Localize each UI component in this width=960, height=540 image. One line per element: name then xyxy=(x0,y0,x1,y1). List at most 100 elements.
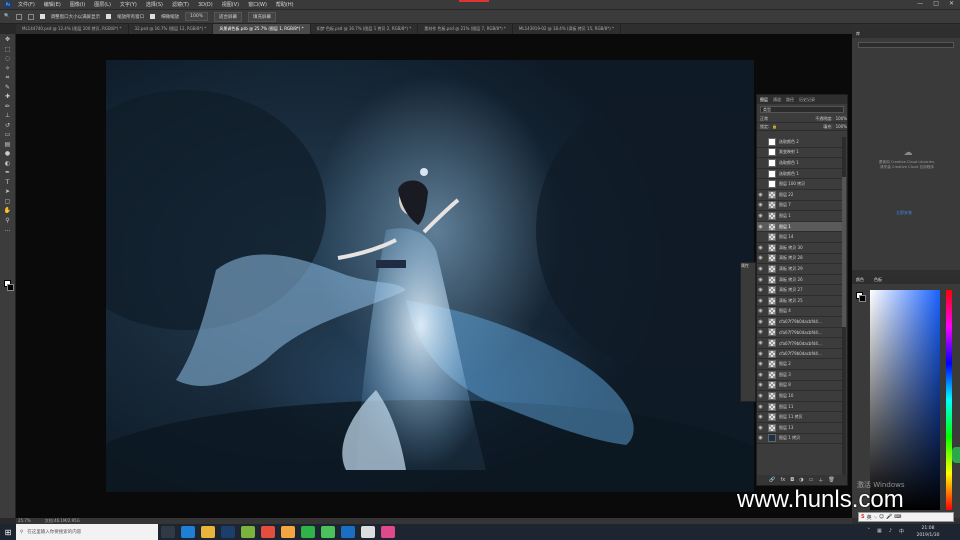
layer-row[interactable]: ◉ 图层 11 拷贝 xyxy=(757,412,843,424)
sogou-icon[interactable]: S xyxy=(861,514,865,520)
properties-dock[interactable]: 属性 xyxy=(740,262,756,402)
layer-row[interactable]: ◉ cfa07f79b0dacbfd4... xyxy=(757,349,843,360)
visibility-eye-icon[interactable]: ◉ xyxy=(757,213,764,219)
clone-stamp-tool-icon[interactable]: ⊥ xyxy=(3,112,13,119)
layer-row[interactable]: ◉ cfa07f79b0dacbfd4... xyxy=(757,317,843,328)
visibility-eye-icon[interactable]: ◉ xyxy=(757,435,764,441)
visibility-eye-icon[interactable]: ◉ xyxy=(757,393,764,399)
pen-tool-icon[interactable]: ✒ xyxy=(3,169,13,176)
fill-input[interactable]: 100% xyxy=(836,124,847,129)
background-color-swatch[interactable] xyxy=(7,284,14,291)
visibility-eye-icon[interactable]: ◉ xyxy=(757,298,764,304)
fit-screen-button[interactable]: 适合屏幕 xyxy=(213,11,242,22)
visibility-eye-icon[interactable]: ◉ xyxy=(757,351,764,357)
menu-view[interactable]: 视图(V) xyxy=(222,1,239,8)
app-red-icon[interactable] xyxy=(261,526,275,538)
link-icon[interactable]: 🔗 xyxy=(769,477,775,483)
app-orange-icon[interactable] xyxy=(281,526,295,538)
visibility-eye-icon[interactable]: ◉ xyxy=(757,340,764,346)
layer-row[interactable]: ◉ 图层 1 xyxy=(757,211,843,222)
layer-row[interactable]: ◉ 图层 10 xyxy=(757,391,843,402)
layer-filter-select[interactable]: 类型 xyxy=(760,106,844,113)
layer-row[interactable]: 选取颜色 1 xyxy=(757,158,843,169)
doc-tab[interactable]: 32.psd @ 16.7% (图层 12, RGB/8*) * xyxy=(129,24,214,34)
app-green-icon[interactable] xyxy=(241,526,255,538)
ime-keyboard-icon[interactable]: ⌨ xyxy=(894,514,901,520)
layer-row[interactable]: ◉ cfa07f79b0dacbfd4... xyxy=(757,338,843,349)
minimize-button[interactable]: — xyxy=(917,0,923,7)
panel-background-swatch[interactable] xyxy=(859,295,866,302)
layers-scroll-thumb[interactable] xyxy=(842,177,846,327)
layer-row[interactable]: ◉ 图层 1 xyxy=(757,221,843,233)
visibility-eye-icon[interactable]: ◉ xyxy=(757,224,764,230)
tab-swatches[interactable]: 色板 xyxy=(874,277,882,283)
ime-emoji-icon[interactable]: ☺ xyxy=(879,514,884,520)
menu-edit[interactable]: 编辑(E) xyxy=(44,1,61,8)
visibility-eye-icon[interactable]: ◉ xyxy=(757,361,764,367)
layer-row[interactable]: ◉ 图层 1 拷贝 xyxy=(757,434,843,445)
windows-start-icon[interactable]: ⊞ xyxy=(0,524,16,540)
healing-brush-tool-icon[interactable]: ✚ xyxy=(3,93,13,100)
layer-row[interactable]: ◉ 图层 8 xyxy=(757,381,843,392)
scrubby-checkbox[interactable] xyxy=(150,14,156,19)
menu-help[interactable]: 帮助(H) xyxy=(276,1,294,8)
eyedropper-tool-icon[interactable]: ✎ xyxy=(3,84,13,91)
menu-window[interactable]: 窗口(W) xyxy=(248,1,267,8)
resize-windows-checkbox[interactable] xyxy=(39,14,45,19)
layer-row[interactable]: 渐变映射 1 xyxy=(757,148,843,159)
layers-scrollbar[interactable] xyxy=(842,137,846,475)
doc-tab[interactable]: 如梦 色板.psd @ 16.7% (图层 1 拷贝 2, RGB/8*) * xyxy=(311,24,419,34)
fill-screen-button[interactable]: 填充屏幕 xyxy=(247,11,276,22)
visibility-eye-icon[interactable]: ◉ xyxy=(757,192,764,198)
layer-row[interactable]: ◉ 滴板 拷贝 26 xyxy=(757,275,843,286)
ime-mode-label[interactable]: 英 xyxy=(867,514,872,521)
zoom-in-icon[interactable] xyxy=(15,13,22,20)
visibility-eye-icon[interactable]: ◉ xyxy=(757,245,764,251)
volume-icon[interactable]: ♪ xyxy=(889,528,892,535)
opacity-input[interactable]: 100% xyxy=(836,116,847,121)
more-tools-icon[interactable]: … xyxy=(3,226,13,233)
libraries-tab[interactable]: 库 xyxy=(852,30,960,38)
visibility-eye-icon[interactable]: ◉ xyxy=(757,404,764,410)
adjustment-icon[interactable]: ◑ xyxy=(799,477,803,483)
brush-tool-icon[interactable]: ✏ xyxy=(3,103,13,110)
photoshop-taskbar-icon[interactable] xyxy=(221,526,235,538)
zoom-100-button[interactable]: 100% xyxy=(185,12,208,21)
menu-select[interactable]: 选择(S) xyxy=(146,1,163,8)
hand-tool-icon[interactable]: ✋ xyxy=(3,207,13,214)
menu-file[interactable]: 文件(F) xyxy=(18,1,35,8)
trash-icon[interactable]: 🗑 xyxy=(828,477,834,483)
zoom-tool-icon[interactable]: ⚲ xyxy=(3,217,13,224)
taskbar-clock[interactable]: 21:08 2019/1/30 xyxy=(908,524,948,540)
zoom-out-icon[interactable] xyxy=(27,13,34,20)
visibility-eye-icon[interactable]: ◉ xyxy=(757,255,764,261)
tab-layers[interactable]: 图层 xyxy=(760,97,768,102)
zoom-all-checkbox[interactable] xyxy=(106,14,112,19)
app-white-icon[interactable] xyxy=(361,526,375,538)
layer-row[interactable]: 图层 100 拷贝 xyxy=(757,179,843,190)
layer-row[interactable]: ◉ 图层 22 xyxy=(757,190,843,201)
menu-filter[interactable]: 滤镜(T) xyxy=(172,1,189,8)
layer-row[interactable]: ◉ 图层 11 xyxy=(757,402,843,413)
mask-icon[interactable]: ◘ xyxy=(790,477,794,483)
blend-mode-select[interactable]: 正常 xyxy=(760,116,768,122)
dodge-tool-icon[interactable]: ◐ xyxy=(3,160,13,167)
ime-punct-icon[interactable]: ·, xyxy=(874,514,877,520)
magic-wand-tool-icon[interactable]: ✧ xyxy=(3,65,13,72)
file-explorer-icon[interactable] xyxy=(201,526,215,538)
app-blue-icon[interactable] xyxy=(341,526,355,538)
visibility-eye-icon[interactable]: ◉ xyxy=(757,308,764,314)
visibility-eye-icon[interactable]: ◉ xyxy=(757,372,764,378)
visibility-eye-icon[interactable]: ◉ xyxy=(757,202,764,208)
tab-channels[interactable]: 通道 xyxy=(773,97,781,102)
layer-row[interactable]: ◉ 图层 2 xyxy=(757,359,843,371)
document-photo[interactable] xyxy=(106,60,754,492)
move-tool-icon[interactable]: ✥ xyxy=(3,36,13,43)
ime-toolbar[interactable]: S 英 ·, ☺ 🎤 ⌨ xyxy=(858,512,954,522)
app-wechat-icon[interactable] xyxy=(321,526,335,538)
lasso-tool-icon[interactable]: ◌ xyxy=(3,55,13,62)
layer-row[interactable]: ◉ 滴板 拷贝 28 xyxy=(757,254,843,265)
doc-tab[interactable]: 风景调色板.psb @ 25.7% (图层 1, RGB/8*) * xyxy=(213,24,311,34)
layer-row[interactable]: ◉ cfa07f79b0dacbfd4... xyxy=(757,328,843,339)
menu-type[interactable]: 文字(Y) xyxy=(120,1,137,8)
